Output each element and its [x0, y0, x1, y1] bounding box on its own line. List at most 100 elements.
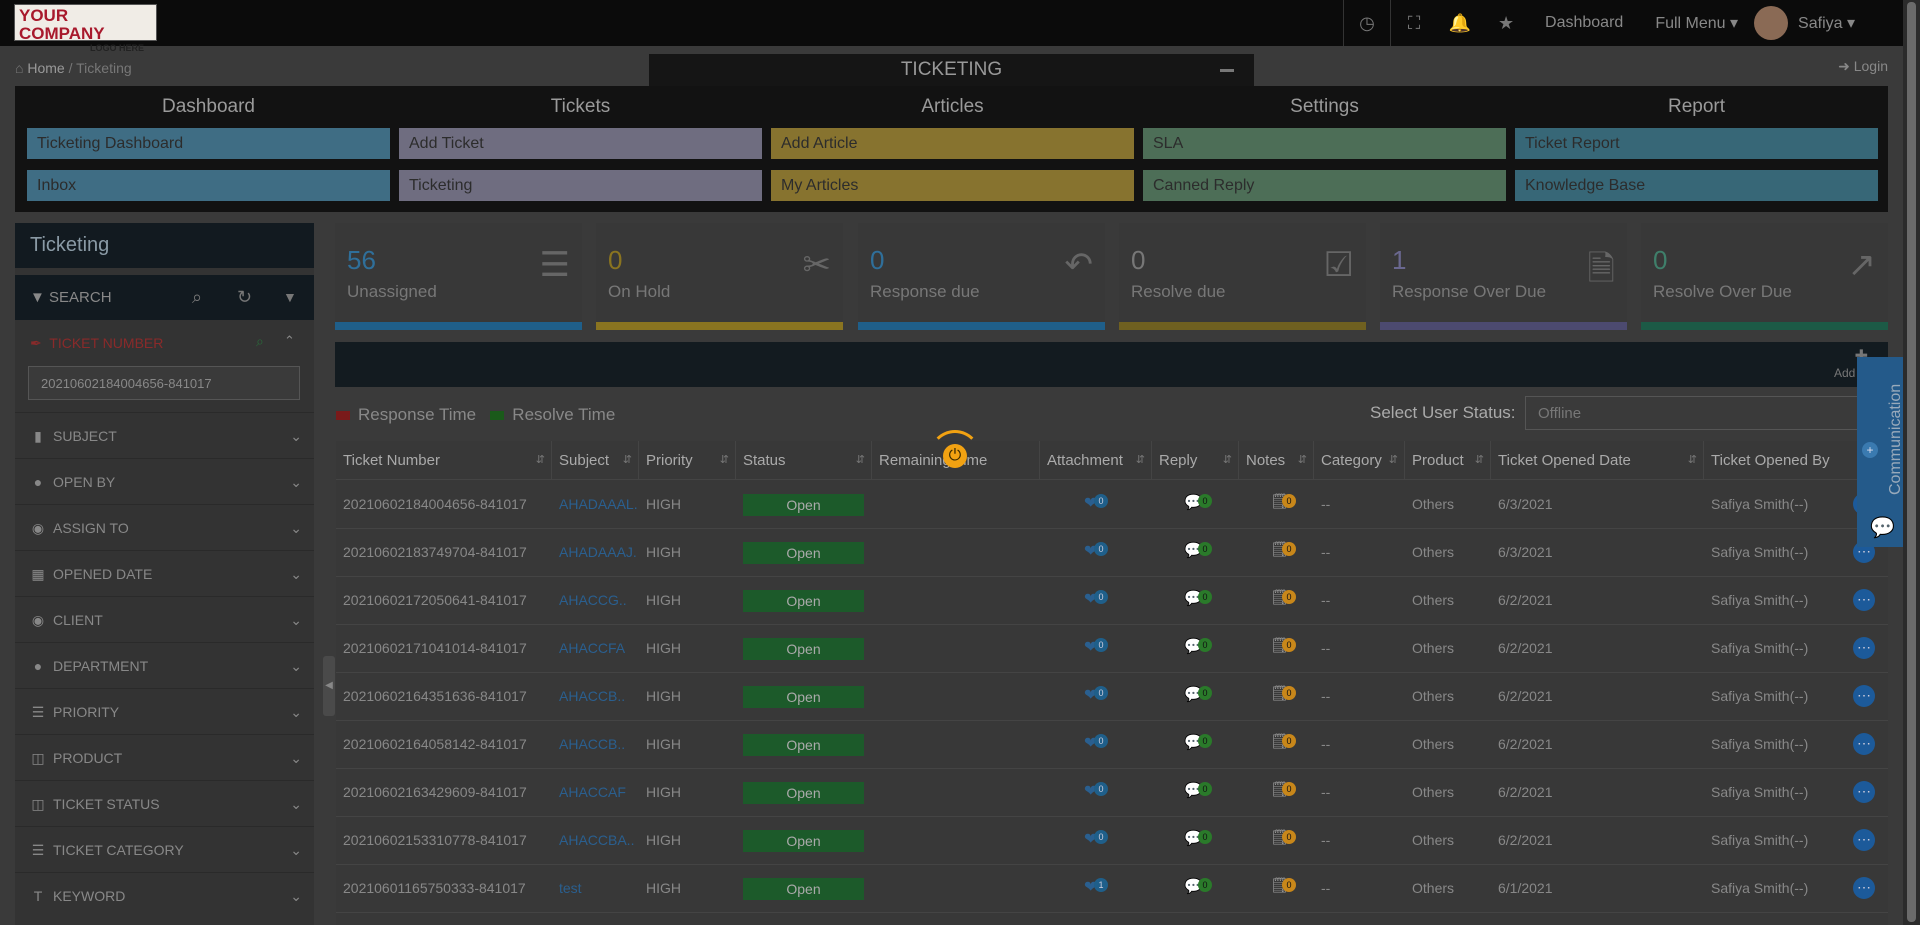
more-actions-icon[interactable]: ⋯	[1853, 733, 1875, 755]
communication-tab[interactable]: + Communication 💬	[1857, 357, 1904, 547]
filter-subject[interactable]: ▮ SUBJECT ⌄	[15, 412, 314, 459]
col-ticket-opened-date[interactable]: Ticket Opened Date ⇵	[1491, 441, 1704, 480]
filter-ticket-category[interactable]: ☰ TICKET CATEGORY ⌄	[15, 826, 314, 873]
ticket-number-cell[interactable]: 20210602163429609-841017	[343, 768, 527, 816]
menu-item-sla[interactable]: SLA	[1143, 128, 1506, 159]
bell-icon[interactable]: 🔔	[1437, 0, 1483, 46]
subject-link[interactable]: AHACCG..	[559, 576, 637, 624]
col-product[interactable]: Product ⇵	[1405, 441, 1491, 480]
stat-card-unassigned[interactable]: 56 Unassigned ☰	[335, 223, 582, 330]
page-scrollbar[interactable]	[1903, 0, 1920, 925]
star-icon[interactable]: ★	[1483, 0, 1529, 46]
filter-assign-to[interactable]: ◉ ASSIGN TO ⌄	[15, 504, 314, 551]
login-link[interactable]: ➜ Login	[1838, 58, 1888, 75]
subject-link[interactable]: AHADAAAJ..	[559, 528, 637, 576]
menu-item-my-articles[interactable]: My Articles	[771, 170, 1134, 201]
breadcrumb-home[interactable]: Home	[27, 60, 64, 76]
table-row[interactable]: 20210602164351636-841017 AHACCB.. HIGH -- Ot…	[336, 672, 1888, 721]
more-actions-icon[interactable]: ⋯	[1853, 685, 1875, 707]
table-row[interactable]: 20210602171041014-841017 AHACCFA HIGH -- Oth…	[336, 624, 1888, 673]
company-logo[interactable]: YOUR COMPANY LOGO HERE	[14, 4, 157, 53]
more-actions-icon[interactable]: ⋯	[1853, 877, 1875, 899]
more-actions-icon[interactable]: ⋯	[1853, 829, 1875, 851]
menu-item-inbox[interactable]: Inbox	[27, 170, 390, 201]
more-actions-icon[interactable]: ⋯	[1853, 637, 1875, 659]
search-icon[interactable]: ⌕	[192, 275, 202, 320]
table-row[interactable]: 20210602184004656-841017 AHADAAAL.. HIGH --…	[336, 480, 1888, 529]
avatar[interactable]	[1754, 6, 1789, 40]
stat-card-resolve-over-due[interactable]: 0 Resolve Over Due ↗	[1641, 223, 1888, 330]
menu-item-knowledge-base[interactable]: Knowledge Base	[1515, 170, 1878, 201]
minimize-icon[interactable]	[1220, 69, 1234, 72]
filter-keyword[interactable]: T KEYWORD ⌄	[15, 872, 314, 919]
filter-ticket-status[interactable]: ◫ TICKET STATUS ⌄	[15, 780, 314, 827]
table-row[interactable]: 20210601165750333-841017 test HIGH -- Others…	[336, 864, 1888, 913]
ticket-number-cell[interactable]: 20210602164058142-841017	[343, 720, 527, 768]
table-row[interactable]: 20210602164058142-841017 AHACCB.. HIGH -- Ot…	[336, 720, 1888, 769]
col-reply[interactable]: Reply ⇵	[1152, 441, 1239, 480]
nav-full-menu-dropdown[interactable]: Full Menu ▾	[1655, 13, 1738, 33]
stat-card-on-hold[interactable]: 0 On Hold ✂	[596, 223, 843, 330]
search-label-wrap[interactable]: ▼ SEARCH	[30, 275, 112, 320]
menu-item-ticket-report[interactable]: Ticket Report	[1515, 128, 1878, 159]
filter-department[interactable]: ● DEPARTMENT ⌄	[15, 642, 314, 689]
col-priority[interactable]: Priority ⇵	[639, 441, 736, 480]
chevron-up-icon[interactable]: ⌃	[284, 333, 295, 349]
filter-client[interactable]: ◉ CLIENT ⌄	[15, 596, 314, 643]
ticket-number-cell[interactable]: 20210602164351636-841017	[343, 672, 527, 720]
col-attachment[interactable]: Attachment ⇵	[1040, 441, 1152, 480]
table-row[interactable]: 20210602163429609-841017 AHACCAF HIGH -- Oth…	[336, 768, 1888, 817]
subject-link[interactable]: AHADAAAL..	[559, 480, 637, 528]
fullscreen-icon[interactable]: ⛶	[1390, 0, 1437, 46]
ticket-number-cell[interactable]: 20210602171041014-841017	[343, 624, 527, 672]
col-ticket-number[interactable]: Ticket Number ⇵	[336, 441, 552, 480]
more-actions-icon[interactable]: ⋯	[1853, 589, 1875, 611]
table-row[interactable]: 20210602183749704-841017 AHADAAAJ.. HIGH --…	[336, 528, 1888, 577]
col-status[interactable]: Status ⇵	[736, 441, 872, 480]
filter-product[interactable]: ◫ PRODUCT ⌄	[15, 734, 314, 781]
stat-card-resolve-due[interactable]: 0 Resolve due ☑	[1119, 223, 1366, 330]
caret-down-icon[interactable]: ▼	[283, 275, 297, 320]
ticket-number-cell[interactable]: 20210602184004656-841017	[343, 480, 527, 528]
table-row[interactable]: 20210602172050641-841017 AHACCG.. HIGH -- Ot…	[336, 576, 1888, 625]
menu-item-add-article[interactable]: Add Article	[771, 128, 1134, 159]
search-small-icon[interactable]: ⌕	[256, 333, 264, 350]
col-subject[interactable]: Subject ⇵	[552, 441, 639, 480]
stat-card-response-due[interactable]: 0 Response due ↶	[858, 223, 1105, 330]
menu-item-ticketing-dashboard[interactable]: Ticketing Dashboard	[27, 128, 390, 159]
home-icon[interactable]: ⌂	[15, 60, 23, 76]
ticket-number-cell[interactable]: 20210602153310778-841017	[343, 816, 527, 864]
menu-item-ticketing[interactable]: Ticketing	[399, 170, 762, 201]
table-row[interactable]: 20210602153310778-841017 AHACCBA.. HIGH -- O…	[336, 816, 1888, 865]
filter-opened-date[interactable]: ▦ OPENED DATE ⌄	[15, 550, 314, 597]
subject-link[interactable]: AHACCBA..	[559, 816, 637, 864]
stat-card-response-over-due[interactable]: 1 Response Over Due 🗎	[1380, 223, 1627, 330]
ticket-number-input[interactable]: 20210602184004656-841017	[28, 366, 300, 400]
plus-circle-icon[interactable]: +	[1862, 442, 1878, 458]
sidebar-collapse-handle[interactable]: ◀	[323, 656, 335, 716]
subject-link[interactable]: AHACCFA	[559, 624, 637, 672]
attachment-count: 0	[1094, 638, 1108, 652]
more-actions-icon[interactable]: ⋯	[1853, 781, 1875, 803]
nav-dashboard-link[interactable]: Dashboard	[1545, 14, 1623, 32]
col-category[interactable]: Category ⇵	[1314, 441, 1405, 480]
col-notes[interactable]: Notes ⇵	[1239, 441, 1314, 480]
ticket-number-filter-header[interactable]: ✒ TICKET NUMBER	[30, 335, 163, 352]
subject-link[interactable]: AHACCB..	[559, 720, 637, 768]
filter-priority[interactable]: ☰ PRIORITY ⌄	[15, 688, 314, 735]
menu-item-add-ticket[interactable]: Add Ticket	[399, 128, 762, 159]
scrollbar-thumb[interactable]	[1907, 2, 1916, 922]
subject-link[interactable]: AHACCB..	[559, 672, 637, 720]
ticket-number-cell[interactable]: 20210602172050641-841017	[343, 576, 527, 624]
user-menu-dropdown[interactable]: Safiya ▾	[1798, 13, 1855, 33]
menu-column-dashboard: Dashboard Ticketing Dashboard Inbox	[27, 86, 390, 201]
subject-link[interactable]: test	[559, 864, 637, 912]
ticket-number-cell[interactable]: 20210602183749704-841017	[343, 528, 527, 576]
history-icon[interactable]: ◷	[1343, 0, 1390, 46]
refresh-icon[interactable]: ↻	[237, 275, 252, 320]
subject-link[interactable]: AHACCAF	[559, 768, 637, 816]
ticket-number-cell[interactable]: 20210601165750333-841017	[343, 864, 526, 912]
menu-item-canned-reply[interactable]: Canned Reply	[1143, 170, 1506, 201]
user-status-select[interactable]: Offline	[1525, 396, 1888, 430]
filter-open-by[interactable]: ● OPEN BY ⌄	[15, 458, 314, 505]
